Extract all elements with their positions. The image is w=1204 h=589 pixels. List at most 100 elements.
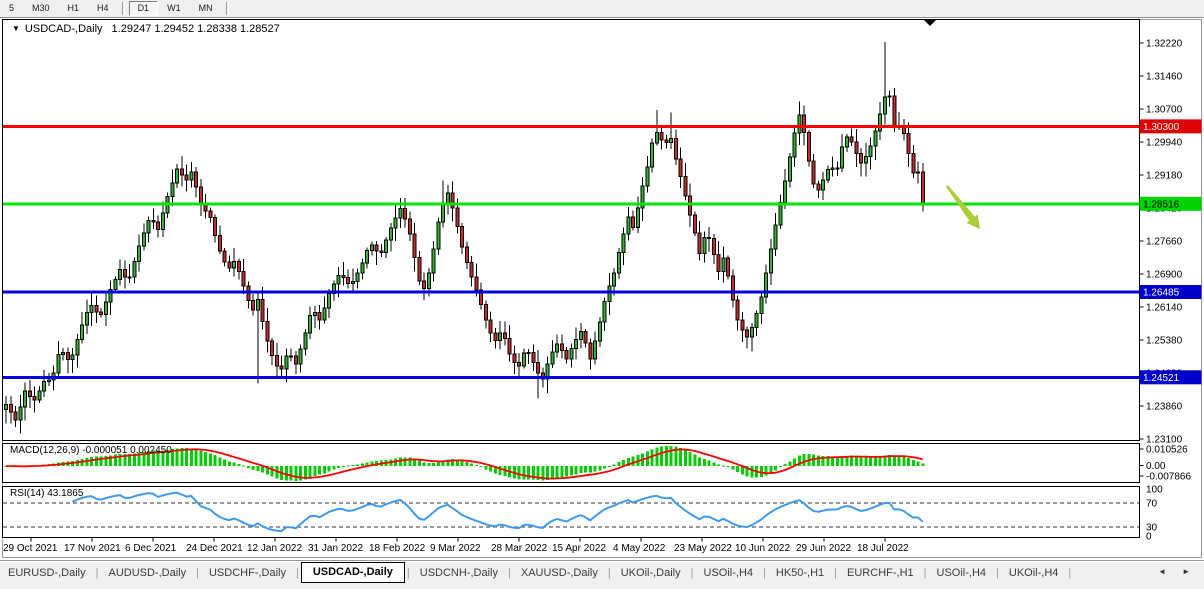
candle-body: [293, 355, 298, 365]
tab-scroll-right-icon[interactable]: ►: [1182, 567, 1190, 576]
rsi-axis-label: 100: [1146, 485, 1163, 496]
candle-body: [906, 132, 911, 155]
candle-body: [241, 271, 246, 287]
tab-xauusd-daily[interactable]: XAUUSD-,Daily: [513, 565, 606, 581]
date-label: 28 Mar 2022: [491, 543, 548, 554]
candle-body: [787, 156, 792, 182]
candle-body: [716, 254, 721, 273]
candle-body: [773, 224, 778, 250]
candle-body: [198, 186, 203, 206]
period-h4-button[interactable]: H4: [88, 1, 118, 16]
timeframe-toolbar: 5 M30 H1 H4 D1 W1 MN: [0, 0, 1204, 18]
candle-body: [137, 245, 141, 262]
candle-body: [626, 216, 631, 235]
candle-body: [882, 96, 887, 115]
candle-body: [621, 233, 626, 254]
period-h1-button[interactable]: H1: [59, 1, 89, 16]
candle-body: [821, 179, 825, 191]
candle-body: [189, 171, 194, 181]
tab-usoil-h4[interactable]: USOil-,H4: [696, 565, 762, 581]
tab-separator: |: [834, 567, 838, 579]
tab-eurusd-daily[interactable]: EURUSD-,Daily: [0, 565, 94, 581]
tab-usdcnh-daily[interactable]: USDCNH-,Daily: [412, 565, 506, 581]
candle-body: [726, 257, 730, 277]
candle-body: [702, 236, 707, 255]
candle-body: [46, 379, 51, 383]
candle-body: [422, 280, 426, 289]
candle-body: [631, 216, 635, 229]
candle-body: [531, 351, 536, 364]
candle-body: [322, 307, 327, 321]
candle-body: [213, 217, 217, 237]
candle-body: [517, 362, 521, 367]
chart-canvas[interactable]: 1.322201.314601.307001.299401.291801.284…: [0, 18, 1204, 560]
tab-scroll-nav: ◄ ►: [1156, 565, 1204, 576]
date-label: 10 Jun 2022: [735, 543, 791, 554]
toolbar-separator: [121, 2, 125, 15]
tab-scroll-left-icon[interactable]: ◄: [1158, 567, 1166, 576]
candle-body: [849, 136, 854, 143]
tab-ukoil-daily[interactable]: UKOil-,Daily: [613, 565, 689, 581]
candle-body: [635, 207, 640, 229]
candle-body: [274, 355, 279, 367]
candle-body: [184, 174, 189, 181]
period-w1-button[interactable]: W1: [158, 1, 190, 16]
date-label: 4 May 2022: [613, 543, 666, 554]
candle-body: [583, 331, 588, 344]
candle-body: [8, 403, 13, 413]
chart-dropdown-icon[interactable]: ▼: [12, 24, 20, 33]
candle-body: [783, 180, 787, 204]
price-tick-label: 1.26900: [1146, 270, 1183, 281]
candle-body: [550, 351, 555, 365]
candle-body: [298, 348, 303, 365]
candle-body: [474, 276, 479, 291]
tab-hk50-h1[interactable]: HK50-,H1: [768, 565, 832, 581]
candle-body: [559, 343, 564, 352]
period-mn-button[interactable]: MN: [190, 1, 222, 16]
candle-body: [455, 207, 460, 227]
candle-body: [711, 237, 716, 256]
tab-usdcad-daily[interactable]: USDCAD-,Daily: [300, 562, 405, 583]
candle-body: [778, 202, 783, 226]
candle-body: [597, 321, 602, 342]
candle-body: [654, 132, 659, 144]
candle-body: [393, 217, 398, 229]
candle-body: [398, 208, 403, 219]
candle-body: [555, 343, 559, 353]
tab-eurchf-h1[interactable]: EURCHF-,H1: [839, 565, 922, 581]
candle-body: [844, 136, 849, 148]
tab-usoil-h4[interactable]: USOil-,H4: [929, 565, 995, 581]
price-tag-label: 1.30300: [1143, 122, 1180, 133]
candle-body: [873, 130, 878, 147]
date-label: 31 Jan 2022: [308, 543, 364, 554]
candle-body: [669, 138, 673, 143]
candle-body: [127, 276, 132, 279]
tab-audusd-daily[interactable]: AUDUSD-,Daily: [100, 565, 194, 581]
candle-body: [536, 362, 540, 374]
tab-separator: |: [996, 567, 999, 579]
period-d1-button[interactable]: D1: [128, 1, 159, 16]
candle-body: [208, 210, 213, 219]
tab-ukoil-h4[interactable]: UKOil-,H4: [1001, 565, 1067, 581]
price-tick-label: 1.26140: [1146, 303, 1183, 314]
candle-body: [175, 168, 179, 184]
candle-body: [483, 304, 488, 321]
candle-body: [42, 381, 46, 392]
tab-usdchf-daily[interactable]: USDCHF-,Daily: [201, 565, 294, 581]
candle-body: [911, 153, 916, 174]
period-5-button[interactable]: 5: [0, 1, 23, 16]
candle-body: [863, 155, 868, 164]
candle-body: [374, 244, 379, 252]
candle-body: [816, 183, 821, 191]
macd-axis-label: -0.007866: [1146, 472, 1191, 483]
candle-body: [488, 319, 493, 334]
candle-body: [18, 406, 23, 421]
price-tick-label: 1.31460: [1146, 72, 1183, 83]
candle-body: [835, 167, 840, 170]
candle-body: [659, 132, 664, 141]
candle-body: [526, 351, 531, 354]
period-m30-button[interactable]: M30: [23, 1, 59, 16]
candle-body: [327, 293, 331, 309]
candle-body: [512, 353, 517, 364]
candle-body: [341, 275, 346, 278]
